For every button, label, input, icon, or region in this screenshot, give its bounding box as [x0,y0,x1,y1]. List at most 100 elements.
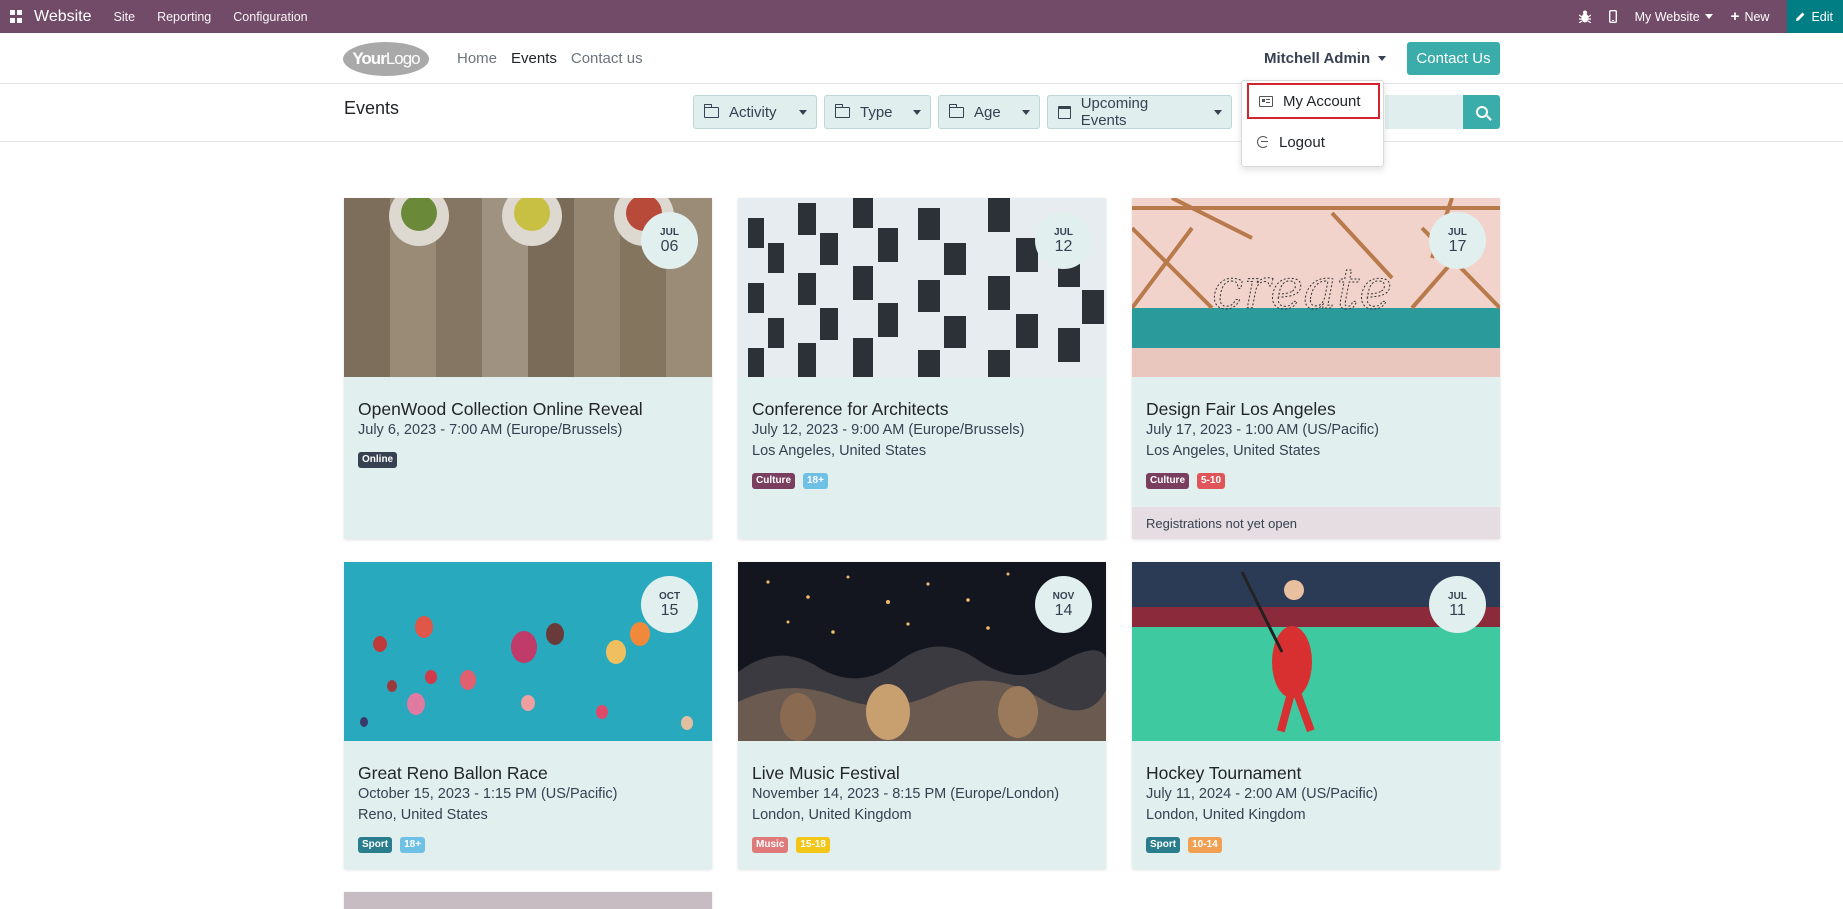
edit-button[interactable]: Edit [1787,0,1843,33]
filter-activity[interactable]: Activity [693,95,817,129]
filter-age[interactable]: Age [938,95,1040,129]
new-button-label: New [1744,9,1770,24]
admin-brand[interactable]: Website [34,8,92,26]
event-title[interactable]: OpenWood Collection Online Reveal [358,399,643,420]
event-tag: 5-10 [1197,473,1226,489]
folder-icon [948,103,964,118]
svg-text:create: create [1212,257,1392,322]
admin-menu-site[interactable]: Site [114,10,136,24]
event-datetime: July 17, 2023 - 1:00 AM (US/Pacific) [1146,422,1379,438]
chevron-down-icon [1022,109,1030,115]
event-day: 17 [1448,237,1467,255]
admin-menu-reporting[interactable]: Reporting [157,10,211,24]
debug-icon[interactable] [1578,10,1591,23]
event-tag: Sport [1146,837,1181,853]
event-datetime: November 14, 2023 - 8:15 PM (Europe/Lond… [752,786,1060,802]
event-date-badge: JUL 11 [1429,576,1486,633]
chevron-down-icon [1214,109,1222,115]
events-toolbar: Events Activity Type Age Upcoming Events [0,84,1843,142]
sign-out-icon [1257,136,1269,148]
my-account-item[interactable]: My Account [1247,83,1380,119]
event-title[interactable]: Design Fair Los Angeles [1146,399,1336,420]
event-month: JUL [1448,590,1467,602]
event-day: 12 [1054,237,1073,255]
admin-bar: Website Site Reporting Configuration My … [0,0,1843,33]
event-tags: Music 15-18 [752,837,830,853]
event-datetime: July 6, 2023 - 7:00 AM (Europe/Brussels) [358,422,623,438]
event-day: 14 [1054,601,1073,619]
logout-label: Logout [1279,133,1325,151]
event-tags: Culture 5-10 [1146,473,1226,489]
nav-home[interactable]: Home [457,50,497,67]
user-dropdown: My Account Logout [1241,80,1384,167]
event-card[interactable]: NOV 14 Live Music Festival November 14, 2… [738,562,1106,869]
event-date-badge: NOV 14 [1035,576,1092,633]
event-tag: Online [358,452,398,468]
plus-icon: + [1730,8,1740,25]
event-title[interactable]: Hockey Tournament [1146,763,1301,784]
event-title[interactable]: Great Reno Ballon Race [358,763,548,784]
logo-text-thin: Logo [385,49,421,68]
search-input[interactable] [1385,95,1463,129]
event-card[interactable]: JUL 11 Hockey Tournament July 11, 2024 - … [1132,562,1500,869]
pencil-icon [1796,12,1805,21]
event-day: 11 [1449,601,1466,619]
user-menu[interactable]: Mitchell Admin [1264,50,1387,67]
filter-activity-label: Activity [729,103,777,121]
logout-item[interactable]: Logout [1247,124,1380,160]
filter-upcoming-events[interactable]: Upcoming Events [1047,95,1232,129]
mobile-preview-icon[interactable] [1608,10,1617,23]
chevron-down-icon [1704,14,1713,19]
event-title[interactable]: Live Music Festival [752,763,900,784]
new-button[interactable]: + New [1731,8,1770,25]
chevron-down-icon [799,109,807,115]
event-day: 06 [660,237,679,255]
event-card-partial[interactable] [344,892,712,909]
website-switcher[interactable]: My Website [1635,10,1713,24]
folder-icon [834,103,850,118]
event-tag: 18+ [803,473,828,489]
event-tag: 10-14 [1188,837,1222,853]
event-date-badge: OCT 15 [641,576,698,633]
event-month: JUL [660,226,679,238]
event-datetime: July 11, 2024 - 2:00 AM (US/Pacific) [1146,786,1378,802]
event-date-badge: JUL 17 [1429,212,1486,269]
event-location: Los Angeles, United States [1146,443,1321,459]
event-date-badge: JUL 06 [641,212,698,269]
contact-us-button[interactable]: Contact Us [1407,42,1500,75]
event-month: NOV [1052,590,1075,602]
calendar-icon [1058,105,1071,119]
my-account-label: My Account [1283,92,1361,110]
filter-age-label: Age [974,103,1001,121]
event-tag: Sport [358,837,393,853]
admin-menu-configuration[interactable]: Configuration [233,10,307,24]
logo-text-bold: Your [352,49,386,68]
edit-button-label: Edit [1811,9,1833,24]
event-day: 15 [660,601,679,619]
folder-icon [703,103,719,118]
user-name: Mitchell Admin [1264,50,1371,67]
website-switcher-label: My Website [1634,9,1700,24]
event-card[interactable]: create JUL 17 Design Fair Los Angeles Jul… [1132,198,1500,539]
event-card[interactable]: JUL 12 Conference for Architects July 12,… [738,198,1106,539]
search-button[interactable] [1463,95,1500,129]
event-tag: Culture [1146,473,1189,489]
apps-icon[interactable] [10,9,24,24]
event-title[interactable]: Conference for Architects [752,399,948,420]
event-tag: 18+ [400,837,426,853]
main-nav: Home Events Contact us [457,50,643,67]
nav-events[interactable]: Events [511,50,557,67]
event-tags: Online [358,452,398,468]
event-tags: Sport 18+ [358,837,426,853]
event-month: JUL [1448,226,1467,238]
event-datetime: October 15, 2023 - 1:15 PM (US/Pacific) [358,786,618,802]
nav-contact-us[interactable]: Contact us [571,50,643,67]
filter-type[interactable]: Type [824,95,931,129]
registration-status: Registrations not yet open [1132,507,1500,539]
site-logo[interactable]: Your Logo [343,42,429,76]
event-location: Reno, United States [358,807,488,823]
event-card[interactable]: JUL 06 OpenWood Collection Online Reveal … [344,198,712,539]
filter-type-label: Type [860,103,893,121]
event-tag: 15-18 [796,837,830,853]
event-card[interactable]: OCT 15 Great Reno Ballon Race October 15,… [344,562,712,869]
